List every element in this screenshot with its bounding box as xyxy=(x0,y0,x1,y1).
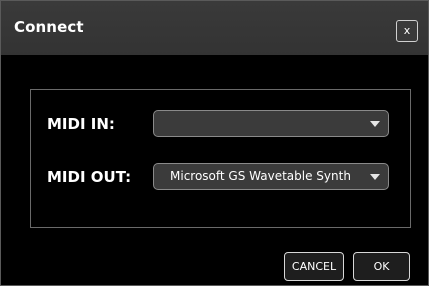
midi-out-value: Microsoft GS Wavetable Synth xyxy=(170,169,351,183)
midi-in-label: MIDI IN: xyxy=(47,115,115,133)
dialog-title: Connect xyxy=(14,18,84,36)
close-button[interactable]: x xyxy=(396,20,418,42)
connect-dialog: Connect x MIDI IN: MIDI OUT: Microsoft G… xyxy=(0,0,429,286)
dialog-titlebar: Connect xyxy=(1,1,428,55)
ok-button[interactable]: OK xyxy=(353,252,410,281)
chevron-down-icon xyxy=(370,174,380,180)
cancel-button[interactable]: CANCEL xyxy=(284,252,344,281)
midi-out-label: MIDI OUT: xyxy=(47,168,132,186)
midi-in-select[interactable] xyxy=(153,110,389,137)
chevron-down-icon xyxy=(370,121,380,127)
midi-out-select[interactable]: Microsoft GS Wavetable Synth xyxy=(153,163,389,190)
